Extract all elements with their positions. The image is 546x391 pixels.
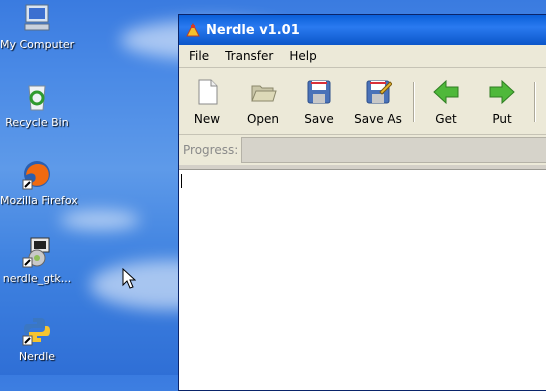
save-as-label: Save As	[354, 112, 402, 126]
desktop-icon-recycle-bin[interactable]: Recycle Bin	[0, 80, 74, 129]
cloud	[60, 210, 140, 230]
installer-icon	[21, 236, 53, 268]
menu-bar: File Transfer Help	[179, 45, 546, 68]
open-folder-icon	[249, 78, 277, 106]
left-arrow-icon	[432, 78, 460, 106]
new-document-icon	[193, 78, 221, 106]
new-button[interactable]: New	[179, 72, 235, 130]
floppy-disk-icon	[305, 78, 333, 106]
window-title: Nerdle v1.01	[206, 22, 300, 38]
save-as-button[interactable]: Save As	[347, 72, 409, 130]
open-label: Open	[246, 112, 280, 126]
toolbar-separator	[413, 82, 414, 122]
firefox-icon	[21, 158, 53, 190]
toolbar: New Open Save Save As Get Put	[179, 68, 546, 135]
new-label: New	[193, 112, 221, 126]
text-caret	[181, 174, 182, 188]
title-bar[interactable]: Nerdle v1.01	[179, 15, 546, 45]
desktop-icon-nerdle[interactable]: Nerdle	[0, 314, 74, 363]
toolbar-separator	[534, 82, 535, 122]
save-button[interactable]: Save	[291, 72, 347, 130]
desktop-icon-firefox[interactable]: Mozilla Firefox	[0, 158, 78, 207]
app-icon	[185, 22, 201, 38]
my-computer-icon	[21, 2, 53, 34]
progress-label: Progress:	[183, 143, 239, 157]
mouse-cursor-icon	[122, 267, 137, 294]
get-button[interactable]: Get	[418, 72, 474, 130]
progress-bar	[241, 137, 546, 163]
recycle-bin-icon	[21, 80, 53, 112]
right-arrow-icon	[488, 78, 516, 106]
progress-row: Progress:	[179, 135, 546, 165]
get-label: Get	[435, 112, 457, 126]
menu-help[interactable]: Help	[283, 49, 322, 63]
menu-transfer[interactable]: Transfer	[219, 49, 279, 63]
put-button[interactable]: Put	[474, 72, 530, 130]
open-button[interactable]: Open	[235, 72, 291, 130]
save-as-icon	[364, 78, 393, 106]
nerdle-window: Nerdle v1.01 File Transfer Help New Open…	[178, 14, 546, 391]
put-label: Put	[492, 112, 512, 126]
python-icon	[21, 314, 53, 346]
desktop-icon-nerdle-gtk[interactable]: nerdle_gtk...	[0, 236, 74, 285]
desktop-icon-my-computer[interactable]: My Computer	[0, 2, 74, 51]
save-label: Save	[304, 112, 334, 126]
menu-file[interactable]: File	[183, 49, 215, 63]
text-area[interactable]	[179, 169, 546, 390]
